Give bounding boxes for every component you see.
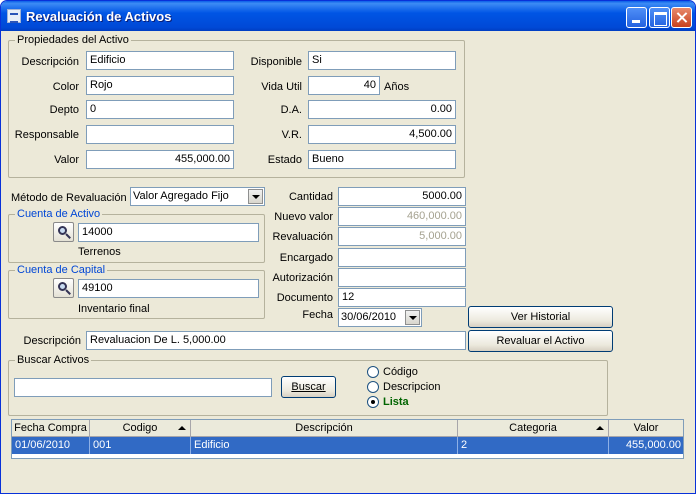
revaluacion-window: Revaluación de Activos Propiedades del A… (0, 0, 696, 494)
disponible-field[interactable]: Si (308, 51, 456, 70)
fecha-value: 30/06/2010 (341, 311, 397, 323)
col-header-categoria[interactable]: Categoria (458, 420, 609, 437)
radio-codigo-label: Código (383, 366, 418, 378)
buscar-cuenta-capital-button[interactable] (53, 278, 74, 298)
cell-categoria: 2 (458, 437, 609, 454)
radio-lista[interactable] (367, 396, 379, 408)
col-header-codigo-label: Codigo (122, 422, 158, 434)
vida-util-field[interactable]: 40 (308, 76, 380, 95)
valor-field[interactable]: 455,000.00 (86, 150, 234, 169)
buscar-button-label: Buscar (291, 381, 326, 393)
cuenta-capital-name: Inventario final (78, 303, 150, 315)
depto-field[interactable]: 0 (86, 100, 234, 119)
maximize-button[interactable] (649, 7, 670, 28)
radio-lista-label: Lista (383, 396, 409, 408)
disponible-label: Disponible (250, 56, 302, 68)
col-header-codigo[interactable]: Codigo (90, 420, 191, 437)
propiedades-legend: Propiedades del Activo (15, 33, 131, 47)
descripcion-label: Descripción (21, 56, 79, 68)
radio-codigo[interactable] (367, 366, 379, 378)
revaluacion-field: 5,000.00 (338, 227, 466, 246)
da-field[interactable]: 0.00 (308, 100, 456, 119)
metodo-select[interactable]: Valor Agregado Fijo (130, 187, 265, 206)
col-header-fecha-compra[interactable]: Fecha Compra (12, 420, 90, 437)
documento-field[interactable]: 12 (338, 288, 466, 307)
responsable-field[interactable] (86, 125, 234, 144)
estado-label: Estado (267, 154, 302, 166)
cantidad-field[interactable]: 5000.00 (338, 187, 466, 206)
da-label: D.A. (280, 104, 302, 116)
buscar-button[interactable]: Buscar (281, 376, 336, 398)
metodo-select-value: Valor Agregado Fijo (133, 190, 229, 202)
autorizacion-field[interactable] (338, 268, 466, 287)
cell-fecha-compra: 01/06/2010 (12, 437, 90, 454)
documento-label: Documento (276, 292, 333, 304)
estado-field[interactable]: Bueno (308, 150, 456, 169)
buscar-input[interactable] (14, 378, 272, 397)
cuenta-activo-field[interactable]: 14000 (78, 223, 259, 242)
revaluacion-label: Revaluación (272, 231, 333, 243)
fecha-picker[interactable]: 30/06/2010 (338, 308, 422, 327)
cell-valor: 455,000.00 (625, 439, 681, 451)
sort-up-icon (596, 426, 604, 430)
descripcion-revaluacion-label: Descripción (23, 335, 81, 347)
valor-label: Valor (54, 154, 79, 166)
responsable-label: Responsable (14, 129, 79, 141)
col-header-descripcion[interactable]: Descripción (191, 420, 458, 437)
encargado-field[interactable] (338, 248, 466, 267)
nuevo-valor-label: Nuevo valor (274, 211, 333, 223)
autorizacion-label: Autorización (272, 272, 333, 284)
cantidad-label: Cantidad (288, 191, 333, 203)
vr-label: V.R. (281, 129, 302, 141)
activos-table[interactable]: Fecha Compra Codigo Descripción Categori… (11, 419, 684, 459)
depto-label: Depto (49, 104, 79, 116)
buscar-activos-legend: Buscar Activos (15, 353, 92, 367)
title-bar[interactable]: Revaluación de Activos (1, 1, 695, 31)
sort-up-icon (178, 426, 186, 430)
cuenta-activo-name: Terrenos (78, 246, 121, 258)
col-header-categoria-label: Categoria (509, 422, 557, 434)
vida-util-unit: Años (384, 81, 410, 93)
cuenta-capital-legend: Cuenta de Capital (15, 263, 108, 277)
radio-descripcion-label: Descripcion (383, 381, 441, 393)
cuenta-capital-field[interactable]: 49100 (78, 279, 259, 298)
vr-field[interactable]: 4,500.00 (308, 125, 456, 144)
descripcion-revaluacion-field[interactable]: Revaluacion De L. 5,000.00 (86, 331, 466, 350)
fecha-label: Fecha (302, 309, 333, 321)
radio-descripcion[interactable] (367, 381, 379, 393)
color-label: Color (52, 81, 79, 93)
ver-historial-button[interactable]: Ver Historial (468, 306, 613, 328)
cell-descripcion: Edificio (191, 437, 458, 454)
nuevo-valor-field: 460,000.00 (338, 207, 466, 226)
descripcion-field[interactable]: Edificio (86, 51, 234, 70)
buscar-cuenta-activo-button[interactable] (53, 222, 74, 242)
color-field[interactable]: Rojo (86, 76, 234, 95)
close-button[interactable] (671, 7, 692, 28)
vida-util-label: Vida Util (261, 81, 302, 93)
cell-codigo: 001 (90, 437, 191, 454)
window-title: Revaluación de Activos (26, 9, 172, 24)
cuenta-activo-legend: Cuenta de Activo (15, 207, 103, 221)
chevron-down-icon[interactable] (405, 310, 420, 325)
encargado-label: Encargado (279, 252, 333, 264)
table-row[interactable]: 01/06/2010 001 Edificio 2 455,000.00 (12, 437, 683, 454)
chevron-down-icon[interactable] (248, 189, 263, 204)
revaluar-button[interactable]: Revaluar el Activo (468, 330, 613, 352)
col-header-valor[interactable]: Valor (609, 420, 683, 437)
minimize-button[interactable] (626, 7, 647, 28)
app-icon[interactable] (7, 9, 21, 23)
metodo-label: Método de Revaluación (11, 192, 127, 204)
